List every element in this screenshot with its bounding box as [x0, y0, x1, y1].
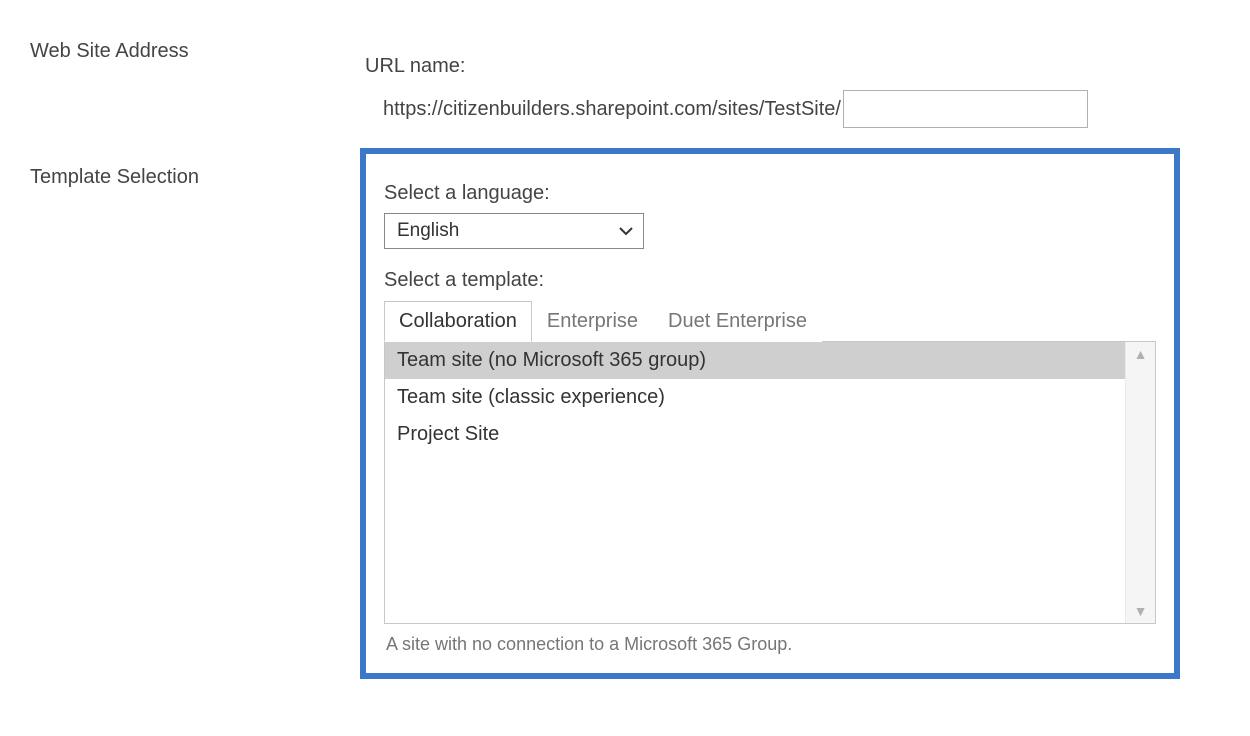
template-description: A site with no connection to a Microsoft… — [384, 634, 1156, 655]
url-row: https://citizenbuilders.sharepoint.com/s… — [365, 90, 1220, 128]
template-selection-highlight: Select a language: English Select a temp… — [360, 148, 1180, 679]
tab-collaboration[interactable]: Collaboration — [384, 301, 532, 342]
template-item-team-site-no-group[interactable]: Team site (no Microsoft 365 group) — [385, 342, 1125, 379]
url-name-section: URL name: https://citizenbuilders.sharep… — [360, 30, 1220, 128]
language-select[interactable]: English — [384, 213, 644, 249]
url-name-input[interactable] — [843, 90, 1088, 128]
template-items: Team site (no Microsoft 365 group) Team … — [385, 342, 1125, 623]
url-prefix-text: https://citizenbuilders.sharepoint.com/s… — [383, 98, 841, 121]
template-item-team-site-classic[interactable]: Team site (classic experience) — [385, 379, 1125, 416]
select-template-label: Select a template: — [384, 269, 1156, 292]
template-listbox[interactable]: Team site (no Microsoft 365 group) Team … — [384, 342, 1156, 624]
scroll-up-icon[interactable]: ▲ — [1134, 346, 1148, 362]
tab-enterprise[interactable]: Enterprise — [532, 301, 653, 342]
url-name-label: URL name: — [365, 55, 1220, 78]
template-tabs: Collaboration Enterprise Duet Enterprise — [384, 300, 1156, 342]
web-site-address-label: Web Site Address — [30, 30, 360, 63]
language-select-value: English — [397, 220, 459, 241]
tab-duet-enterprise[interactable]: Duet Enterprise — [653, 301, 822, 342]
scroll-down-icon[interactable]: ▼ — [1134, 603, 1148, 619]
listbox-scrollbar[interactable]: ▲ ▼ — [1125, 342, 1155, 623]
template-item-project-site[interactable]: Project Site — [385, 416, 1125, 453]
chevron-down-icon — [619, 220, 633, 242]
template-selection-label: Template Selection — [30, 148, 360, 189]
select-language-label: Select a language: — [384, 182, 1156, 205]
